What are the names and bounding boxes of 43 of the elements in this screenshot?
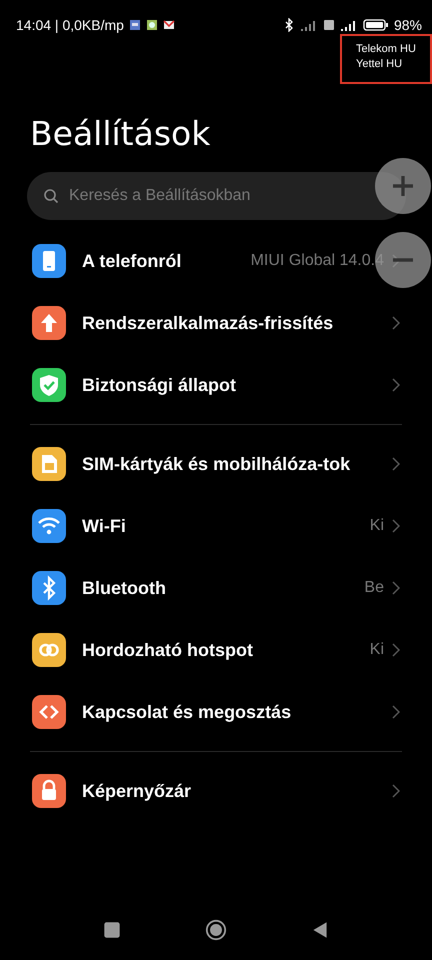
item-label: Biztonsági állapot [82, 374, 238, 397]
settings-item[interactable]: Képernyőzár [0, 760, 432, 822]
chevron-icon [392, 581, 400, 595]
chevron-icon [392, 519, 400, 533]
settings-item[interactable]: Rendszeralkalmazás-frissítés [0, 292, 432, 354]
item-value: Be [364, 579, 384, 597]
settings-item[interactable]: Biztonsági állapot [0, 354, 432, 416]
page-title: Beállítások [30, 114, 212, 154]
signal-icon [340, 19, 358, 31]
item-label: Wi-Fi [82, 515, 127, 538]
chevron-icon [392, 784, 400, 798]
item-label: Bluetooth [82, 577, 167, 600]
battery-level: 98% [394, 17, 422, 33]
home-button[interactable] [205, 919, 227, 941]
item-label: A telefonról [82, 250, 182, 273]
item-label: Kapcsolat és megosztás [82, 701, 292, 724]
settings-item[interactable]: Hordozható hotspot Ki [0, 619, 432, 681]
item-value: Ki [370, 517, 384, 535]
item-label: SIM-kártyák és mobilhálóza-tok [82, 453, 352, 476]
minus-icon [391, 258, 415, 262]
settings-item[interactable]: Kapcsolat és megosztás [0, 681, 432, 743]
chevron-icon [392, 705, 400, 719]
settings-item[interactable]: SIM-kártyák és mobilhálóza-tok [0, 433, 432, 495]
signal-icon [300, 19, 318, 31]
item-label: Rendszeralkalmazás-frissítés [82, 312, 334, 335]
chevron-icon [392, 457, 400, 471]
carrier-name: Telekom HU [356, 42, 417, 57]
chevron-icon [392, 378, 400, 392]
mail-icon [162, 19, 175, 31]
search-icon [43, 188, 59, 204]
settings-item[interactable]: Bluetooth Be [0, 557, 432, 619]
chevron-icon [392, 316, 400, 330]
item-label: Képernyőzár [82, 780, 192, 803]
item-value: Ki [370, 641, 384, 659]
settings-item[interactable]: Wi-Fi Ki [0, 495, 432, 557]
carrier-name: Yettel HU [356, 57, 404, 72]
battery-icon [362, 19, 389, 31]
item-label: Hordozható hotspot [82, 639, 254, 662]
plus-icon [391, 174, 415, 198]
message-icon [128, 19, 141, 31]
bluetooth-icon [282, 18, 295, 32]
chevron-icon [392, 643, 400, 657]
status-time: 14:04 | 0,0KB/mp [16, 17, 124, 33]
